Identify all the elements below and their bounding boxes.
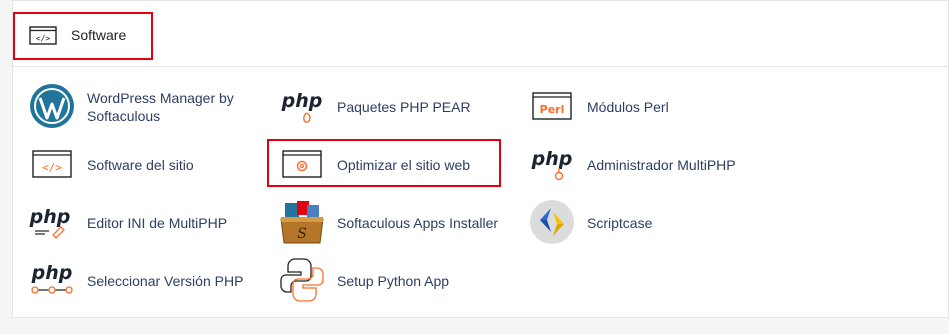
multiphp-ini-editor-link[interactable]: php Editor INI de MultiPHP — [29, 199, 269, 249]
select-php-version-link[interactable]: php Seleccionar Versión PHP — [29, 257, 269, 307]
gear-window-icon — [279, 141, 325, 187]
svg-text:Perl: Perl — [540, 103, 565, 116]
svg-text:</>: </> — [36, 34, 51, 43]
item-label: Módulos Perl — [587, 99, 669, 115]
item-label: Softaculous Apps Installer — [337, 215, 499, 231]
item-label: Optimizar el sitio web — [337, 157, 471, 173]
wordpress-manager-link[interactable]: WordPress Manager by Softaculous — [29, 83, 269, 133]
python-app-link[interactable]: Setup Python App — [279, 257, 519, 307]
section-header[interactable]: </> Software — [13, 1, 948, 67]
php-ini-editor-icon: php — [29, 199, 75, 245]
svg-text:</>: </> — [42, 161, 62, 174]
item-label: Paquetes PHP PEAR — [337, 99, 471, 115]
section-title: Software — [71, 27, 127, 43]
site-software-link[interactable]: </> Software del sitio — [29, 141, 269, 191]
scriptcase-icon — [529, 199, 575, 245]
php-manager-icon: php — [529, 141, 575, 187]
item-label: Seleccionar Versión PHP — [87, 273, 244, 289]
scriptcase-link[interactable]: Scriptcase — [529, 199, 769, 249]
code-window-icon: </> — [29, 26, 57, 45]
softaculous-installer-link[interactable]: S Softaculous Apps Installer — [279, 199, 519, 249]
software-panel: </> Software WordPress Manager by Softac… — [12, 0, 949, 318]
svg-text:php: php — [531, 148, 573, 170]
svg-text:php: php — [31, 262, 73, 284]
item-label: Software del sitio — [87, 157, 194, 173]
item-label: WordPress Manager by — [87, 90, 234, 106]
php-pear-icon: php — [279, 83, 325, 129]
perl-modules-link[interactable]: Perl Módulos Perl — [529, 83, 769, 133]
svg-text:S: S — [297, 226, 307, 242]
item-label-line2: Softaculous — [87, 108, 161, 124]
code-window-icon: </> — [29, 141, 75, 187]
item-label: Setup Python App — [337, 273, 450, 289]
python-icon — [279, 257, 325, 303]
item-label: Administrador MultiPHP — [587, 157, 736, 173]
optimize-website-link[interactable]: Optimizar el sitio web — [267, 139, 519, 191]
item-label: Editor INI de MultiPHP — [87, 215, 228, 231]
php-pear-link[interactable]: php Paquetes PHP PEAR — [279, 83, 519, 133]
svg-text:php: php — [281, 90, 323, 112]
php-version-icon: php — [29, 257, 75, 303]
softaculous-icon: S — [279, 199, 325, 245]
perl-icon: Perl — [529, 83, 575, 129]
wordpress-icon — [29, 83, 75, 129]
svg-text:php: php — [29, 206, 70, 228]
multiphp-manager-link[interactable]: php Administrador MultiPHP — [529, 141, 769, 191]
item-label: Scriptcase — [587, 215, 653, 231]
